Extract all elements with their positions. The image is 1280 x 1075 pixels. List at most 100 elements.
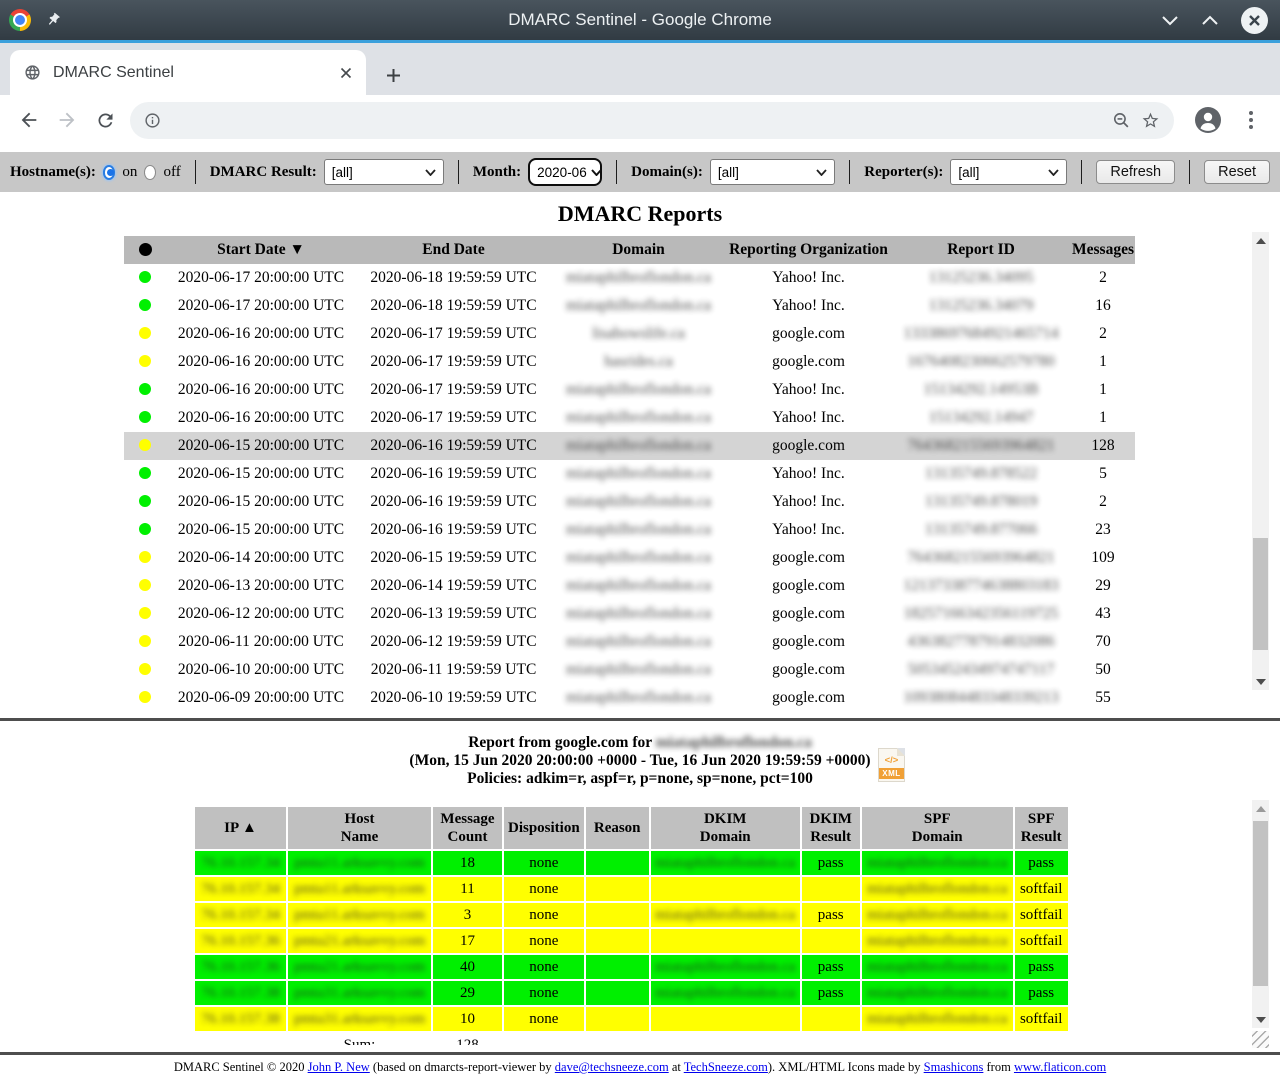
maximize-button[interactable] <box>1201 14 1219 26</box>
detail-col-header: Host Name <box>287 806 432 850</box>
refresh-button[interactable]: Refresh <box>1096 160 1175 184</box>
cell-start-date: 2020-06-16 20:00:00 UTC <box>166 404 356 432</box>
scrollbar-thumb[interactable] <box>1253 538 1268 650</box>
cell-end-date: 2020-06-10 19:59:59 UTC <box>356 684 551 712</box>
redacted-text: 13125236.34095 <box>929 269 1034 286</box>
report-row[interactable]: 2020-06-10 20:00:00 UTC2020-06-11 19:59:… <box>124 656 1135 684</box>
status-dot <box>124 656 166 684</box>
domains-select[interactable]: [all] <box>710 159 835 185</box>
chevron-down-icon <box>1048 169 1059 176</box>
tab-close-icon[interactable] <box>340 67 352 79</box>
detail-row: 76.10.157.38pmta31.arksavvy.com29nonemia… <box>194 980 1069 1006</box>
scroll-up-arrow[interactable] <box>1252 232 1269 249</box>
report-row[interactable]: 2020-06-14 20:00:00 UTC2020-06-15 19:59:… <box>124 544 1135 572</box>
reports-header-row[interactable]: Start Date ▼End DateDomainReporting Orga… <box>124 236 1135 264</box>
scrollbar-thumb[interactable] <box>1253 821 1268 986</box>
detail-scrollbar[interactable] <box>1252 800 1269 1028</box>
redacted-text: 10938084483348339213 <box>904 689 1059 706</box>
redacted-text: 18257166342356119725 <box>904 605 1058 622</box>
new-tab-button[interactable] <box>386 68 401 83</box>
cell-end-date: 2020-06-17 19:59:59 UTC <box>356 320 551 348</box>
footer-link[interactable]: TechSneeze.com <box>684 1060 768 1074</box>
dmarc-result-select[interactable]: [all] <box>324 159 444 185</box>
cell-domain-redacted: miataphilbroflondon.ca <box>551 376 726 404</box>
report-row[interactable]: 2020-06-16 20:00:00 UTC2020-06-17 19:59:… <box>124 348 1135 376</box>
cell-start-date: 2020-06-15 20:00:00 UTC <box>166 432 356 460</box>
cell-spf-result: softfail <box>1014 1006 1069 1032</box>
cell-dkim-domain-redacted <box>650 928 801 954</box>
hostname-on-radio[interactable] <box>103 165 116 180</box>
cell-message-count: 40 <box>432 954 503 980</box>
back-button[interactable] <box>10 101 48 139</box>
footer-link[interactable]: dave@techsneeze.com <box>555 1060 669 1074</box>
browser-menu-button[interactable] <box>1232 111 1270 129</box>
xml-file-icon[interactable]: </> XML <box>878 748 905 782</box>
report-row[interactable]: 2020-06-15 20:00:00 UTC2020-06-16 19:59:… <box>124 460 1135 488</box>
status-dot <box>124 376 166 404</box>
green-status-dot <box>139 467 151 479</box>
status-dot <box>124 572 166 600</box>
close-button[interactable] <box>1241 7 1268 34</box>
zoom-out-icon[interactable] <box>1112 111 1131 130</box>
month-select[interactable]: 2020-06 <box>528 158 602 186</box>
cell-reporting-org: Yahoo! Inc. <box>726 292 891 320</box>
tab-dmarc-sentinel[interactable]: DMARC Sentinel <box>10 50 366 95</box>
footer-link[interactable]: www.flaticon.com <box>1014 1060 1106 1074</box>
profile-avatar[interactable] <box>1194 106 1222 134</box>
minimize-button[interactable] <box>1161 14 1179 26</box>
cell-domain-redacted: miataphilbroflondon.ca <box>551 544 726 572</box>
report-row[interactable]: 2020-06-16 20:00:00 UTC2020-06-17 19:59:… <box>124 376 1135 404</box>
reports-scrollbar[interactable] <box>1252 232 1269 690</box>
address-bar[interactable] <box>130 102 1174 139</box>
forward-button[interactable] <box>48 101 86 139</box>
redacted-text: miataphilbroflondon.ca <box>867 985 1007 1001</box>
site-info-icon[interactable] <box>144 112 161 129</box>
detail-col-header[interactable]: IP ▲ <box>194 806 287 850</box>
report-row[interactable]: 2020-06-16 20:00:00 UTC2020-06-17 19:59:… <box>124 320 1135 348</box>
hostname-off-radio[interactable] <box>144 165 156 180</box>
resize-grip[interactable] <box>1252 1031 1269 1048</box>
redacted-text: miataphilbroflondon.ca <box>655 855 795 871</box>
cell-reporting-org: Yahoo! Inc. <box>726 516 891 544</box>
footer-link[interactable]: Smashicons <box>924 1060 984 1074</box>
detail-row: 76.10.157.34pmta11.arksavvy.com18nonemia… <box>194 850 1069 876</box>
scroll-up-arrow[interactable] <box>1252 800 1269 817</box>
cell-messages: 55 <box>1071 684 1135 712</box>
redacted-text: miataphilbroflondon.ca <box>566 409 711 426</box>
reload-button[interactable] <box>86 101 124 139</box>
cell-hostname-redacted: pmta31.arksavvy.com <box>287 1006 432 1032</box>
report-row[interactable]: 2020-06-11 20:00:00 UTC2020-06-12 19:59:… <box>124 628 1135 656</box>
redacted-text: miataphilbroflondon.ca <box>655 985 795 1001</box>
divider <box>849 160 850 184</box>
report-row[interactable]: 2020-06-09 20:00:00 UTC2020-06-10 19:59:… <box>124 684 1135 712</box>
reporters-select[interactable]: [all] <box>950 159 1067 185</box>
cell-ip-redacted: 76.10.157.36 <box>194 954 287 980</box>
report-row[interactable]: 2020-06-16 20:00:00 UTC2020-06-17 19:59:… <box>124 404 1135 432</box>
report-row[interactable]: 2020-06-13 20:00:00 UTC2020-06-14 19:59:… <box>124 572 1135 600</box>
footer-link[interactable]: John P. New <box>308 1060 370 1074</box>
scroll-down-arrow[interactable] <box>1252 1011 1269 1028</box>
yellow-status-dot <box>139 579 151 591</box>
cell-reporting-org: google.com <box>726 432 891 460</box>
cell-report-id-redacted: 13125236.34095 <box>891 264 1071 292</box>
redacted-text: miataphilbroflondon.ca <box>566 577 711 594</box>
detail-header-row[interactable]: IP ▲Host NameMessage CountDispositionRea… <box>194 806 1069 850</box>
report-row[interactable]: 2020-06-15 20:00:00 UTC2020-06-16 19:59:… <box>124 432 1135 460</box>
report-row[interactable]: 2020-06-17 20:00:00 UTC2020-06-18 19:59:… <box>124 264 1135 292</box>
bookmark-star-icon[interactable] <box>1141 111 1160 130</box>
redacted-text: 4363827787914832086 <box>907 633 1054 650</box>
scroll-down-arrow[interactable] <box>1252 673 1269 690</box>
reports-col-header[interactable]: Start Date ▼ <box>166 236 356 264</box>
cell-end-date: 2020-06-16 19:59:59 UTC <box>356 516 551 544</box>
report-row[interactable]: 2020-06-17 20:00:00 UTC2020-06-18 19:59:… <box>124 292 1135 320</box>
cell-domain-redacted: miataphilbroflondon.ca <box>551 516 726 544</box>
sum-label: Sum: <box>287 1032 432 1045</box>
report-row[interactable]: 2020-06-12 20:00:00 UTC2020-06-13 19:59:… <box>124 600 1135 628</box>
redacted-text: miataphilbroflondon.ca <box>867 907 1007 923</box>
cell-hostname-redacted: pmta11.arksavvy.com <box>287 876 432 902</box>
report-row[interactable]: 2020-06-15 20:00:00 UTC2020-06-16 19:59:… <box>124 488 1135 516</box>
cell-messages: 50 <box>1071 656 1135 684</box>
report-row[interactable]: 2020-06-15 20:00:00 UTC2020-06-16 19:59:… <box>124 516 1135 544</box>
divider <box>1081 160 1082 184</box>
reset-button[interactable]: Reset <box>1204 160 1270 184</box>
